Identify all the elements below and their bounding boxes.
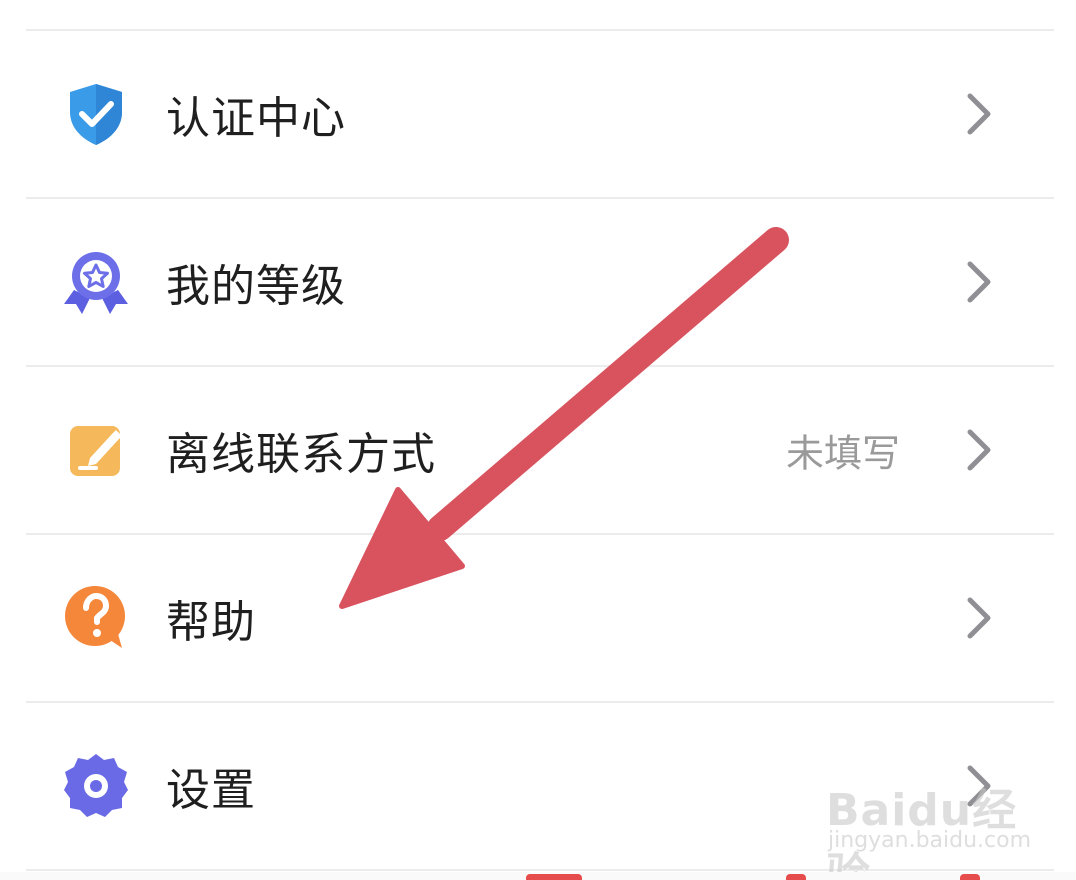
divider — [26, 869, 1054, 871]
question-bubble-icon — [60, 582, 132, 654]
menu-item-label: 设置 — [166, 765, 256, 816]
menu-item-label: 认证中心 — [166, 93, 346, 144]
gear-icon — [60, 750, 132, 822]
menu-item-label: 帮助 — [166, 597, 256, 648]
medal-star-icon — [60, 246, 132, 318]
tab-mark — [526, 874, 582, 880]
chevron-right-icon — [958, 594, 998, 642]
menu-item-help[interactable]: 帮助 — [0, 535, 1076, 701]
tab-mark — [786, 874, 806, 880]
menu-item-auth-center[interactable]: 认证中心 — [0, 31, 1076, 197]
chevron-right-icon — [958, 426, 998, 474]
chevron-right-icon — [958, 762, 998, 810]
menu-item-label: 离线联系方式 — [166, 429, 436, 480]
menu-item-settings[interactable]: 设置 — [0, 703, 1076, 869]
tab-mark — [960, 874, 980, 880]
bottom-tab-strip — [0, 872, 1076, 880]
menu-item-value: 未填写 — [785, 431, 900, 476]
menu-page: 认证中心 我的等级 离线联系方式 未填写 帮助 设置 Baidu经验 jingy… — [0, 0, 1076, 880]
chevron-right-icon — [958, 258, 998, 306]
note-pencil-icon — [60, 414, 132, 486]
menu-item-offline-contact[interactable]: 离线联系方式 未填写 — [0, 367, 1076, 533]
menu-item-my-level[interactable]: 我的等级 — [0, 199, 1076, 365]
chevron-right-icon — [958, 90, 998, 138]
menu-item-label: 我的等级 — [166, 261, 346, 312]
shield-check-icon — [60, 78, 132, 150]
